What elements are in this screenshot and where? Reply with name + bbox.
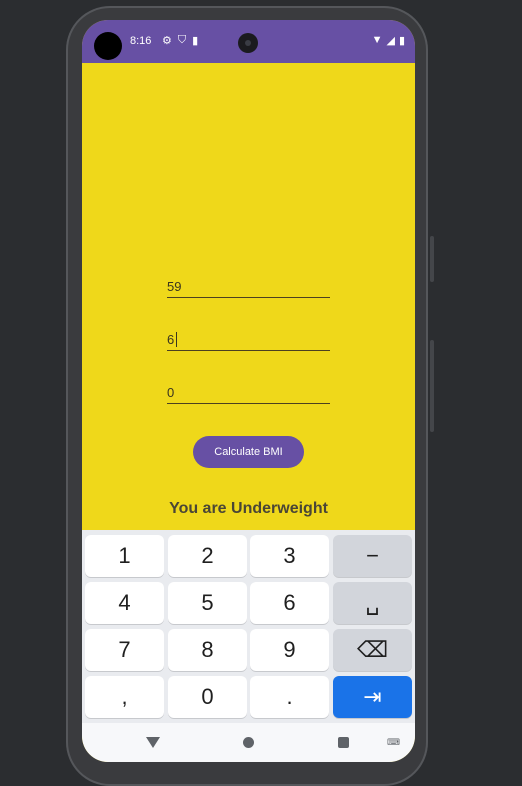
status-avatar-dot: [94, 32, 122, 60]
text-cursor: [176, 332, 177, 347]
status-right-icons: ▼ ◢ ▮: [372, 34, 405, 47]
height-input[interactable]: 6: [167, 326, 330, 351]
key-7[interactable]: 7: [85, 629, 164, 671]
comma-key[interactable]: ,: [85, 676, 164, 718]
backspace-key[interactable]: ⌫: [333, 629, 412, 671]
wifi-icon: ▼: [371, 34, 383, 46]
bmi-result-text: You are Underweight: [169, 500, 328, 517]
battery-icon: ▮: [398, 35, 405, 47]
key-4[interactable]: 4: [85, 582, 164, 624]
third-input[interactable]: 0: [167, 379, 330, 404]
calculate-bmi-button[interactable]: Calculate BMI: [193, 436, 304, 468]
signal-icon: ◢: [386, 35, 395, 47]
power-button: [430, 340, 434, 432]
weight-value: 59: [167, 279, 182, 294]
next-key[interactable]: ⇥: [333, 676, 412, 718]
key-5[interactable]: 5: [168, 582, 247, 624]
key-0[interactable]: 0: [168, 676, 247, 718]
home-icon[interactable]: [243, 737, 254, 748]
keyboard-switch-icon[interactable]: ⌨: [387, 737, 401, 747]
front-camera: [238, 33, 258, 53]
key-2[interactable]: 2: [168, 535, 247, 577]
sd-card-icon: ▮: [192, 35, 199, 47]
status-time: 8:16: [130, 35, 152, 47]
weight-input[interactable]: 59: [167, 273, 330, 298]
key-9[interactable]: 9: [250, 629, 329, 671]
third-value: 0: [167, 385, 175, 400]
volume-button: [430, 236, 434, 282]
phone-screen: 8:16 ⚙ ⛉ ▮ ▼ ◢ ▮ 59 6 0 Calculate BMI Yo…: [82, 20, 415, 762]
gear-icon: ⚙: [162, 35, 172, 47]
recents-icon[interactable]: [338, 737, 349, 748]
navigation-bar: ⌨: [82, 723, 415, 762]
shield-icon: ⛉: [177, 34, 187, 46]
space-key[interactable]: ␣: [333, 582, 412, 624]
status-left-icons: ⚙ ⛉ ▮: [162, 34, 198, 47]
minus-key[interactable]: −: [333, 535, 412, 577]
period-key[interactable]: .: [250, 676, 329, 718]
height-value: 6: [167, 332, 175, 347]
key-8[interactable]: 8: [168, 629, 247, 671]
back-icon[interactable]: [146, 737, 160, 748]
key-6[interactable]: 6: [250, 582, 329, 624]
status-bar: 8:16 ⚙ ⛉ ▮ ▼ ◢ ▮: [82, 20, 415, 63]
key-1[interactable]: 1: [85, 535, 164, 577]
key-3[interactable]: 3: [250, 535, 329, 577]
numeric-keyboard: 1 2 3 − 4 5 6 ␣ 7 8 9 ⌫ , 0 . ⇥: [82, 530, 415, 723]
